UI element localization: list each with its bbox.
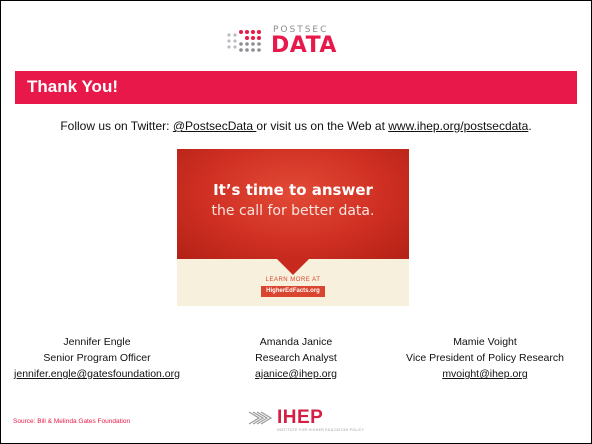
promo-graphic: It’s time to answer the call for better … — [177, 149, 409, 306]
contact-title: Research Analyst — [255, 352, 337, 364]
ihep-logo: IHEP INSTITUTE FOR HIGHER EDUCATION POLI… — [247, 408, 364, 436]
follow-prefix: Follow us on Twitter: — [60, 119, 173, 133]
contact-jennifer-engle: Jennifer Engle Senior Program Officer je… — [7, 334, 187, 382]
contact-email-link[interactable]: jennifer.engle@gatesfoundation.org — [14, 368, 180, 380]
promo-headline: It’s time to answer — [213, 181, 373, 199]
contact-email-link[interactable]: ajanice@ihep.org — [255, 368, 337, 380]
ihep-text: IHEP INSTITUTE FOR HIGHER EDUCATION POLI… — [277, 408, 364, 432]
page-title: Thank You! — [27, 77, 118, 96]
follow-suffix: . — [528, 119, 532, 133]
website-link[interactable]: www.ihep.org/postsecdata — [388, 119, 528, 133]
contact-title: Senior Program Officer — [43, 352, 151, 364]
follow-line: Follow us on Twitter: @PostsecData or vi… — [1, 119, 591, 133]
contact-title: Vice President of Policy Research — [406, 352, 564, 364]
logo-bottom-text: DATA — [271, 32, 337, 58]
postsec-data-logo: POSTSEC DATA — [225, 21, 337, 61]
promo-learn-more: LEARN MORE AT — [265, 277, 321, 283]
source-note: Source: Bill & Melinda Gates Foundation — [13, 418, 131, 425]
logo-text: POSTSEC DATA — [271, 25, 337, 58]
ihep-tagline: INSTITUTE FOR HIGHER EDUCATION POLICY — [277, 428, 365, 432]
contact-name: Amanda Janice — [259, 336, 333, 348]
twitter-link[interactable]: @PostsecData — [173, 119, 257, 133]
promo-subheadline: the call for better data. — [211, 203, 375, 219]
promo-url-button: HigherEdFacts.org — [261, 286, 325, 297]
contact-name: Mamie Voight — [453, 336, 517, 348]
contact-name: Jennifer Engle — [63, 336, 131, 348]
contact-email-link[interactable]: mvoight@ihep.org — [442, 368, 527, 380]
promo-notch — [275, 257, 311, 275]
contact-mamie-voight: Mamie Voight Vice President of Policy Re… — [385, 334, 585, 382]
ihep-logo-icon — [248, 411, 273, 425]
title-banner: Thank You! — [15, 71, 577, 104]
dot-grid-icon — [227, 30, 261, 52]
follow-middle: or visit us on the Web at — [256, 119, 389, 133]
ihep-wordmark: IHEP — [277, 407, 324, 428]
slide: POSTSEC DATA Thank You! Follow us on Twi… — [0, 0, 592, 444]
contact-amanda-janice: Amanda Janice Research Analyst ajanice@i… — [211, 334, 381, 382]
